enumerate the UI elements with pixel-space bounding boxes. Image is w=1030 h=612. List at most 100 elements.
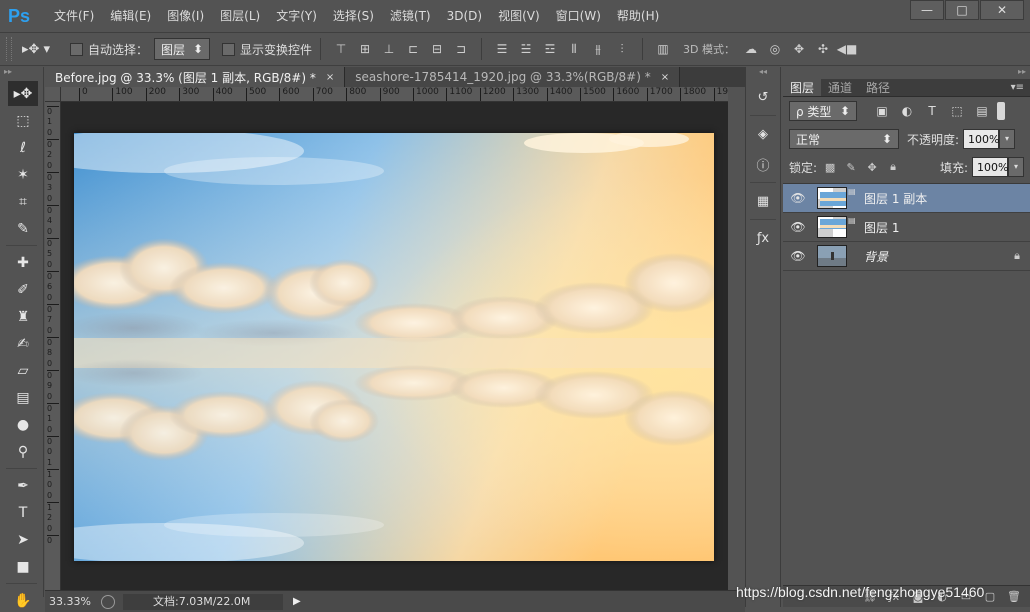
close-button[interactable]: ✕ xyxy=(980,0,1024,20)
menu-filter[interactable]: 滤镜(T) xyxy=(382,0,439,32)
layer-row[interactable]: 👁︎ 背景 🔒︎ xyxy=(783,242,1030,271)
filter-type-icon[interactable]: T xyxy=(923,103,941,119)
layer-name[interactable]: 图层 1 副本 xyxy=(864,190,927,207)
filter-kind-dropdown[interactable]: ρ 类型 ⬍ xyxy=(789,101,857,121)
align-vcenter-icon[interactable]: ⊞ xyxy=(356,40,374,58)
lock-transparent-icon[interactable]: ▩ xyxy=(822,159,838,175)
dodge-tool-icon[interactable]: ⚲ xyxy=(8,439,38,464)
maximize-button[interactable]: □ xyxy=(945,0,979,20)
eyedropper-tool-icon[interactable]: ✎ xyxy=(8,216,38,241)
brush-tool-icon[interactable]: ✐ xyxy=(8,277,38,302)
layer-name[interactable]: 背景 xyxy=(864,248,888,265)
lock-all-icon[interactable]: 🔒︎ xyxy=(885,159,901,175)
document-canvas[interactable] xyxy=(74,133,714,561)
menu-3d[interactable]: 3D(D) xyxy=(439,0,490,32)
collapse-icon[interactable]: ◂◂ xyxy=(746,67,780,79)
info-panel-icon[interactable]: ⓘ xyxy=(750,152,776,176)
menu-file[interactable]: 文件(F) xyxy=(46,0,102,32)
tab-paths[interactable]: 路径 xyxy=(859,79,897,96)
opacity-input[interactable]: 100% xyxy=(963,129,1000,149)
visibility-eye-icon[interactable]: 👁︎ xyxy=(783,220,813,234)
menu-layer[interactable]: 图层(L) xyxy=(212,0,268,32)
vertical-ruler[interactable]: 0100200300400500600700800900100011001200 xyxy=(45,102,61,590)
lock-image-icon[interactable]: ✎ xyxy=(843,159,859,175)
fill-input[interactable]: 100% xyxy=(972,157,1008,177)
move-tool-icon[interactable]: ▸✥ xyxy=(8,81,38,106)
tab-channels[interactable]: 通道 xyxy=(821,79,859,96)
tab-before[interactable]: Before.jpg @ 33.3% (图层 1 副本, RGB/8#) * × xyxy=(45,67,346,87)
rectangle-tool-icon[interactable]: ■ xyxy=(8,554,38,579)
hand-tool-icon[interactable]: ✋ xyxy=(8,588,38,612)
distribute-right-icon[interactable]: ⫶ xyxy=(613,40,631,58)
tab-close-icon[interactable]: × xyxy=(661,72,669,83)
align-bottom-icon[interactable]: ⊥ xyxy=(380,40,398,58)
horizontal-ruler[interactable]: 0 100 200 300 400 500 600 700 800 900 1000 1100 1200… xyxy=(61,87,728,102)
lock-position-icon[interactable]: ✥ xyxy=(864,159,880,175)
filter-pixel-icon[interactable]: ▣ xyxy=(873,103,891,119)
minimize-button[interactable]: — xyxy=(910,0,944,20)
distribute-vcenter-icon[interactable]: ☱ xyxy=(517,40,535,58)
magic-wand-tool-icon[interactable]: ✶ xyxy=(8,162,38,187)
collapse-icon[interactable]: ▸▸ xyxy=(783,67,1030,79)
options-grip[interactable] xyxy=(6,37,12,61)
tab-seashore[interactable]: seashore-1785414_1920.jpg @ 33.3%(RGB/8#… xyxy=(345,67,681,87)
filter-shape-icon[interactable]: ⬚ xyxy=(948,103,966,119)
menu-image[interactable]: 图像(I) xyxy=(159,0,212,32)
auto-select-checkbox[interactable] xyxy=(70,42,83,56)
history-brush-tool-icon[interactable]: ✍ xyxy=(8,331,38,356)
menu-window[interactable]: 窗口(W) xyxy=(548,0,609,32)
align-left-icon[interactable]: ⊏ xyxy=(404,40,422,58)
history-panel-icon[interactable]: ↺ xyxy=(750,85,776,109)
menu-select[interactable]: 选择(S) xyxy=(325,0,382,32)
gradient-tool-icon[interactable]: ▤ xyxy=(8,385,38,410)
3d-scale-icon[interactable]: ◀■ xyxy=(837,40,858,58)
lasso-tool-icon[interactable]: ℓ xyxy=(8,135,38,160)
opacity-dropdown-icon[interactable]: ▾ xyxy=(999,129,1016,149)
3d-roll-icon[interactable]: ◎ xyxy=(766,40,784,58)
filter-smart-object-icon[interactable]: ▤ xyxy=(973,103,991,119)
menu-help[interactable]: 帮助(H) xyxy=(609,0,667,32)
tool-preset-picker[interactable]: ▸✥ ▾ xyxy=(22,38,58,60)
delete-layer-icon[interactable]: 🗑︎ xyxy=(1006,590,1022,604)
distribute-top-icon[interactable]: ☰ xyxy=(493,40,511,58)
blur-tool-icon[interactable]: ● xyxy=(8,412,38,437)
tab-close-icon[interactable]: × xyxy=(326,72,334,83)
show-transform-checkbox[interactable] xyxy=(222,42,236,56)
layer-row[interactable]: 👁︎ ▤ 图层 1 副本 xyxy=(783,184,1030,213)
workspace[interactable] xyxy=(61,102,728,590)
healing-brush-tool-icon[interactable]: ✚ xyxy=(8,250,38,275)
visibility-eye-icon[interactable]: 👁︎ xyxy=(783,249,813,263)
filter-toggle-switch[interactable] xyxy=(997,102,1005,120)
path-selection-tool-icon[interactable]: ➤ xyxy=(8,527,38,552)
ruler-origin[interactable] xyxy=(45,87,61,102)
3d-drag-icon[interactable]: ✥ xyxy=(790,40,808,58)
align-right-icon[interactable]: ⊐ xyxy=(452,40,470,58)
collapse-icon[interactable]: ▸▸ xyxy=(0,67,43,79)
align-top-icon[interactable]: ⊤ xyxy=(332,40,350,58)
menu-edit[interactable]: 编辑(E) xyxy=(102,0,159,32)
pen-tool-icon[interactable]: ✒ xyxy=(8,473,38,498)
proof-icon[interactable] xyxy=(101,594,115,609)
distribute-hcenter-icon[interactable]: ⫵ xyxy=(589,40,607,58)
type-tool-icon[interactable]: T xyxy=(8,500,38,525)
3d-rotate-icon[interactable]: ☁ xyxy=(742,40,760,58)
layer-row[interactable]: 👁︎ ▤ 图层 1 xyxy=(783,213,1030,242)
align-hcenter-icon[interactable]: ⊟ xyxy=(428,40,446,58)
clone-stamp-tool-icon[interactable]: ♜ xyxy=(8,304,38,329)
crop-tool-icon[interactable]: ⌗ xyxy=(8,189,38,214)
eraser-tool-icon[interactable]: ▱ xyxy=(8,358,38,383)
new-layer-icon[interactable]: ▢ xyxy=(982,590,998,604)
zoom-level[interactable]: 33.33% xyxy=(45,595,95,608)
auto-align-icon[interactable]: ▥ xyxy=(654,40,672,58)
auto-select-dropdown[interactable]: 图层 ⬍ xyxy=(154,38,211,60)
status-menu-arrow[interactable]: ▶ xyxy=(293,596,301,607)
layer-name[interactable]: 图层 1 xyxy=(864,219,899,236)
panel-menu-icon[interactable]: ▾≡ xyxy=(1011,79,1030,96)
marquee-tool-icon[interactable]: ⬚ xyxy=(8,108,38,133)
menu-view[interactable]: 视图(V) xyxy=(490,0,548,32)
swatches-panel-icon[interactable]: ▦ xyxy=(750,189,776,213)
filter-adjustment-icon[interactable]: ◐ xyxy=(898,103,916,119)
menu-type[interactable]: 文字(Y) xyxy=(268,0,325,32)
fill-dropdown-icon[interactable]: ▾ xyxy=(1008,157,1024,177)
styles-panel-icon[interactable]: ƒx xyxy=(750,226,776,250)
